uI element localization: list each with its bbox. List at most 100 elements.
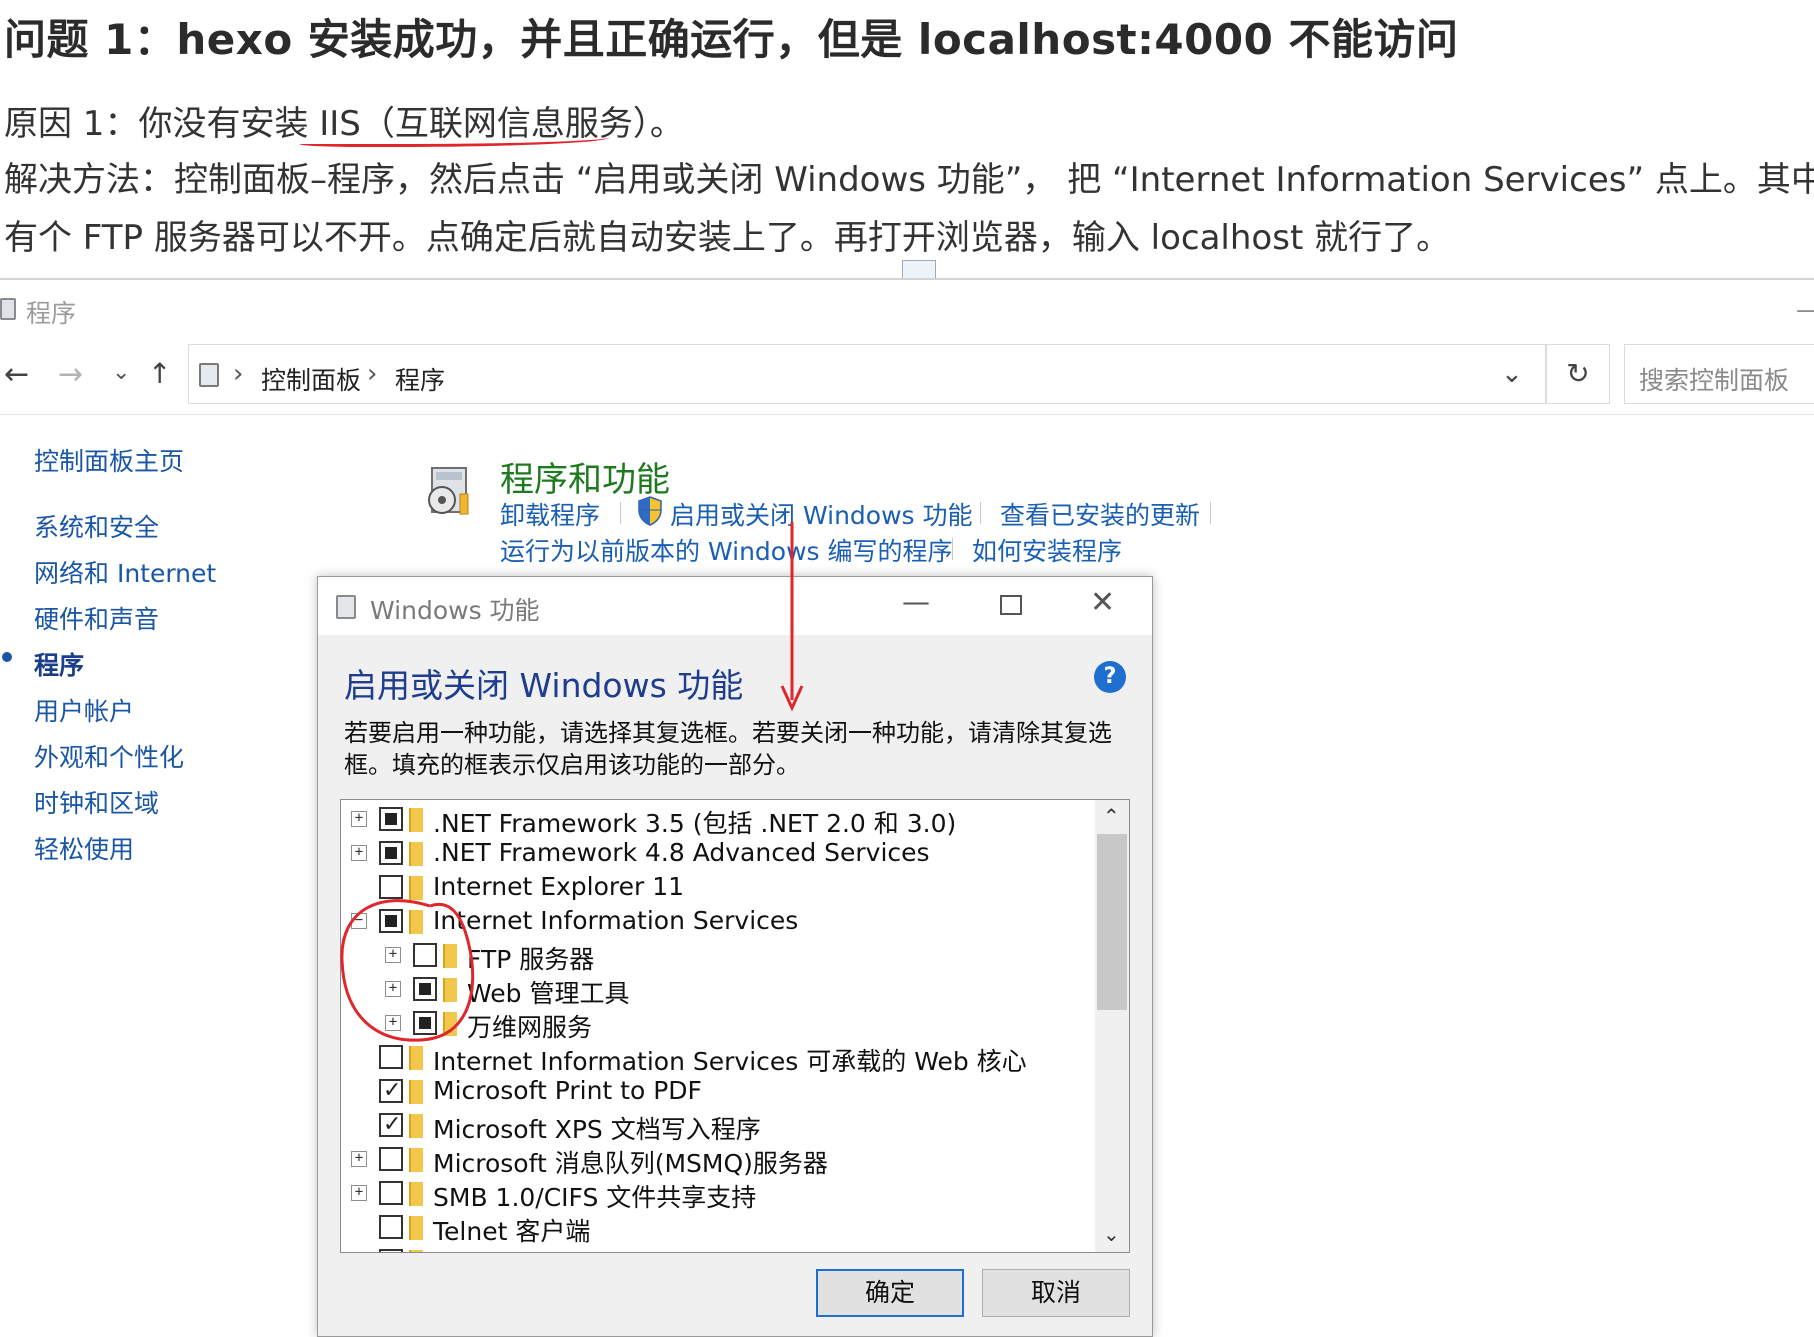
link-divider [1210,502,1211,524]
chevron-right-icon[interactable]: › [233,359,243,389]
feature-row[interactable]: + .NET Framework 4.8 Advanced Services [341,836,1091,870]
expand-icon[interactable]: + [385,981,401,997]
collapse-icon[interactable]: − [351,913,367,929]
back-arrow-icon[interactable]: ← [4,357,29,392]
feature-label[interactable]: Internet Information Services [433,906,798,935]
dialog-description: 若要启用一种功能，请选择其复选框。若要关闭一种功能，请清除其复选框。填充的框表示… [344,719,1112,779]
expand-icon[interactable]: + [351,811,367,827]
expand-icon[interactable]: + [351,1151,367,1167]
sidebar-item-hardware-sound[interactable]: 硬件和声音 [34,600,159,636]
sidebar-item-user-accounts[interactable]: 用户帐户 [34,692,134,728]
folder-icon [409,910,423,934]
scroll-up-icon[interactable]: ⌃ [1103,804,1120,828]
feature-label[interactable]: Web 管理工具 [467,974,629,1010]
feature-label[interactable]: .NET Framework 3.5 (包括 .NET 2.0 和 3.0) [433,804,956,840]
feature-checkbox[interactable] [379,875,403,899]
expand-icon[interactable]: + [351,845,367,861]
folder-icon [409,1080,423,1104]
view-updates-link[interactable]: 查看已安装的更新 [1000,496,1200,532]
folder-icon [409,1148,423,1172]
help-icon[interactable]: ? [1094,661,1126,693]
feature-checkbox[interactable] [379,841,403,865]
feature-label[interactable]: Microsoft XPS 文档写入程序 [433,1110,761,1146]
feature-row[interactable]: + 万维网服务 [341,1006,1091,1042]
uninstall-program-link[interactable]: 卸载程序 [500,496,600,532]
scroll-down-icon[interactable]: ⌄ [1103,1222,1120,1246]
sidebar-item-ease-of-access[interactable]: 轻松使用 [34,830,134,866]
dialog-titlebar[interactable]: Windows 功能 — ✕ [318,577,1152,635]
scroll-thumb[interactable] [1097,834,1127,1010]
feature-label[interactable]: Internet Explorer 11 [433,872,684,901]
feature-checkbox[interactable] [413,1011,437,1035]
breadcrumb-control-panel[interactable]: 控制面板 [261,361,361,397]
feature-label[interactable]: Internet Information Services 可承载的 Web 核… [433,1042,1027,1078]
feature-row[interactable]: + SMB 1.0/CIFS 文件共享支持 [341,1176,1091,1212]
feature-checkbox[interactable] [379,1147,403,1171]
search-input[interactable]: 搜索控制面板 [1624,344,1814,404]
feature-label[interactable]: FTP 服务器 [467,940,594,976]
feature-checkbox[interactable] [379,807,403,831]
feature-row[interactable]: − Internet Information Services [341,904,1091,938]
feature-label[interactable]: 万维网服务 [467,1008,592,1044]
feature-row[interactable]: Microsoft Print to PDF [341,1074,1091,1108]
feature-label[interactable]: Microsoft 消息队列(MSMQ)服务器 [433,1144,828,1180]
link-divider [980,502,981,524]
expand-icon[interactable]: + [385,947,401,963]
breadcrumb-programs[interactable]: 程序 [395,361,445,397]
minimize-icon[interactable]: — [1796,296,1814,324]
feature-label[interactable]: Telnet 客户端 [433,1212,590,1248]
feature-row[interactable]: Telnet 客户端 [341,1210,1091,1246]
feature-checkbox[interactable] [379,909,403,933]
feature-row[interactable]: + Microsoft 消息队列(MSMQ)服务器 [341,1142,1091,1178]
recent-locations-icon[interactable]: ⌄ [112,360,130,385]
feature-row[interactable]: TFTP 客户端 [341,1244,1091,1252]
feature-row[interactable]: Internet Explorer 11 [341,870,1091,904]
window-top-border [0,278,1814,280]
windows-features-link[interactable]: 启用或关闭 Windows 功能 [670,496,973,532]
up-arrow-icon[interactable]: ↑ [148,357,171,390]
feature-label[interactable]: SMB 1.0/CIFS 文件共享支持 [433,1178,756,1214]
feature-checkbox[interactable] [379,1215,403,1239]
feature-checkbox[interactable] [379,1078,403,1103]
feature-label[interactable]: Microsoft Print to PDF [433,1076,702,1105]
feature-row[interactable]: + .NET Framework 3.5 (包括 .NET 2.0 和 3.0) [341,802,1091,838]
programs-features-heading[interactable]: 程序和功能 [500,452,670,501]
feature-row[interactable]: Internet Information Services 可承载的 Web 核… [341,1040,1091,1076]
folder-icon [409,1216,423,1240]
minimize-icon[interactable]: — [902,585,930,618]
cancel-button[interactable]: 取消 [982,1269,1130,1317]
sidebar-item-network[interactable]: 网络和 Internet [34,554,216,590]
feature-label[interactable]: TFTP 客户端 [433,1246,576,1252]
folder-icon [409,808,423,832]
feature-row[interactable]: + FTP 服务器 [341,938,1091,974]
ok-button[interactable]: 确定 [816,1269,964,1317]
feature-row[interactable]: + Web 管理工具 [341,972,1091,1008]
expand-icon[interactable]: + [351,1185,367,1201]
feature-row[interactable]: Microsoft XPS 文档写入程序 [341,1108,1091,1144]
sidebar-item-appearance[interactable]: 外观和个性化 [34,738,184,774]
feature-checkbox[interactable] [413,977,437,1001]
refresh-icon[interactable]: ↻ [1546,344,1610,404]
sidebar-item-clock-region[interactable]: 时钟和区域 [34,784,159,820]
feature-tree[interactable]: ⌃ ⌄ + .NET Framework 3.5 (包括 .NET 2.0 和 3… [340,799,1130,1253]
feature-checkbox[interactable] [413,943,437,967]
scrollbar[interactable]: ⌃ ⌄ [1095,800,1129,1252]
sidebar-home-link[interactable]: 控制面板主页 [34,442,184,478]
chevron-down-icon[interactable]: ⌄ [1501,359,1523,389]
feature-checkbox[interactable] [379,1045,403,1069]
sidebar-item-programs[interactable]: 程序 [34,646,84,682]
expand-icon[interactable]: + [385,1015,401,1031]
forward-arrow-icon[interactable]: → [58,357,83,392]
address-bar[interactable]: › 控制面板 › 程序 ⌄ [188,344,1546,404]
feature-checkbox[interactable] [379,1181,403,1205]
compat-programs-link[interactable]: 运行为以前版本的 Windows 编写的程序 [500,532,953,568]
feature-checkbox[interactable] [379,1249,403,1252]
folder-icon [443,1012,457,1036]
how-to-install-link[interactable]: 如何安装程序 [972,532,1122,568]
chevron-right-icon[interactable]: › [367,359,377,389]
sidebar-item-system-security[interactable]: 系统和安全 [34,508,159,544]
maximize-icon[interactable] [1000,595,1022,615]
feature-label[interactable]: .NET Framework 4.8 Advanced Services [433,838,930,867]
close-icon[interactable]: ✕ [1090,585,1115,620]
feature-checkbox[interactable] [379,1112,403,1137]
